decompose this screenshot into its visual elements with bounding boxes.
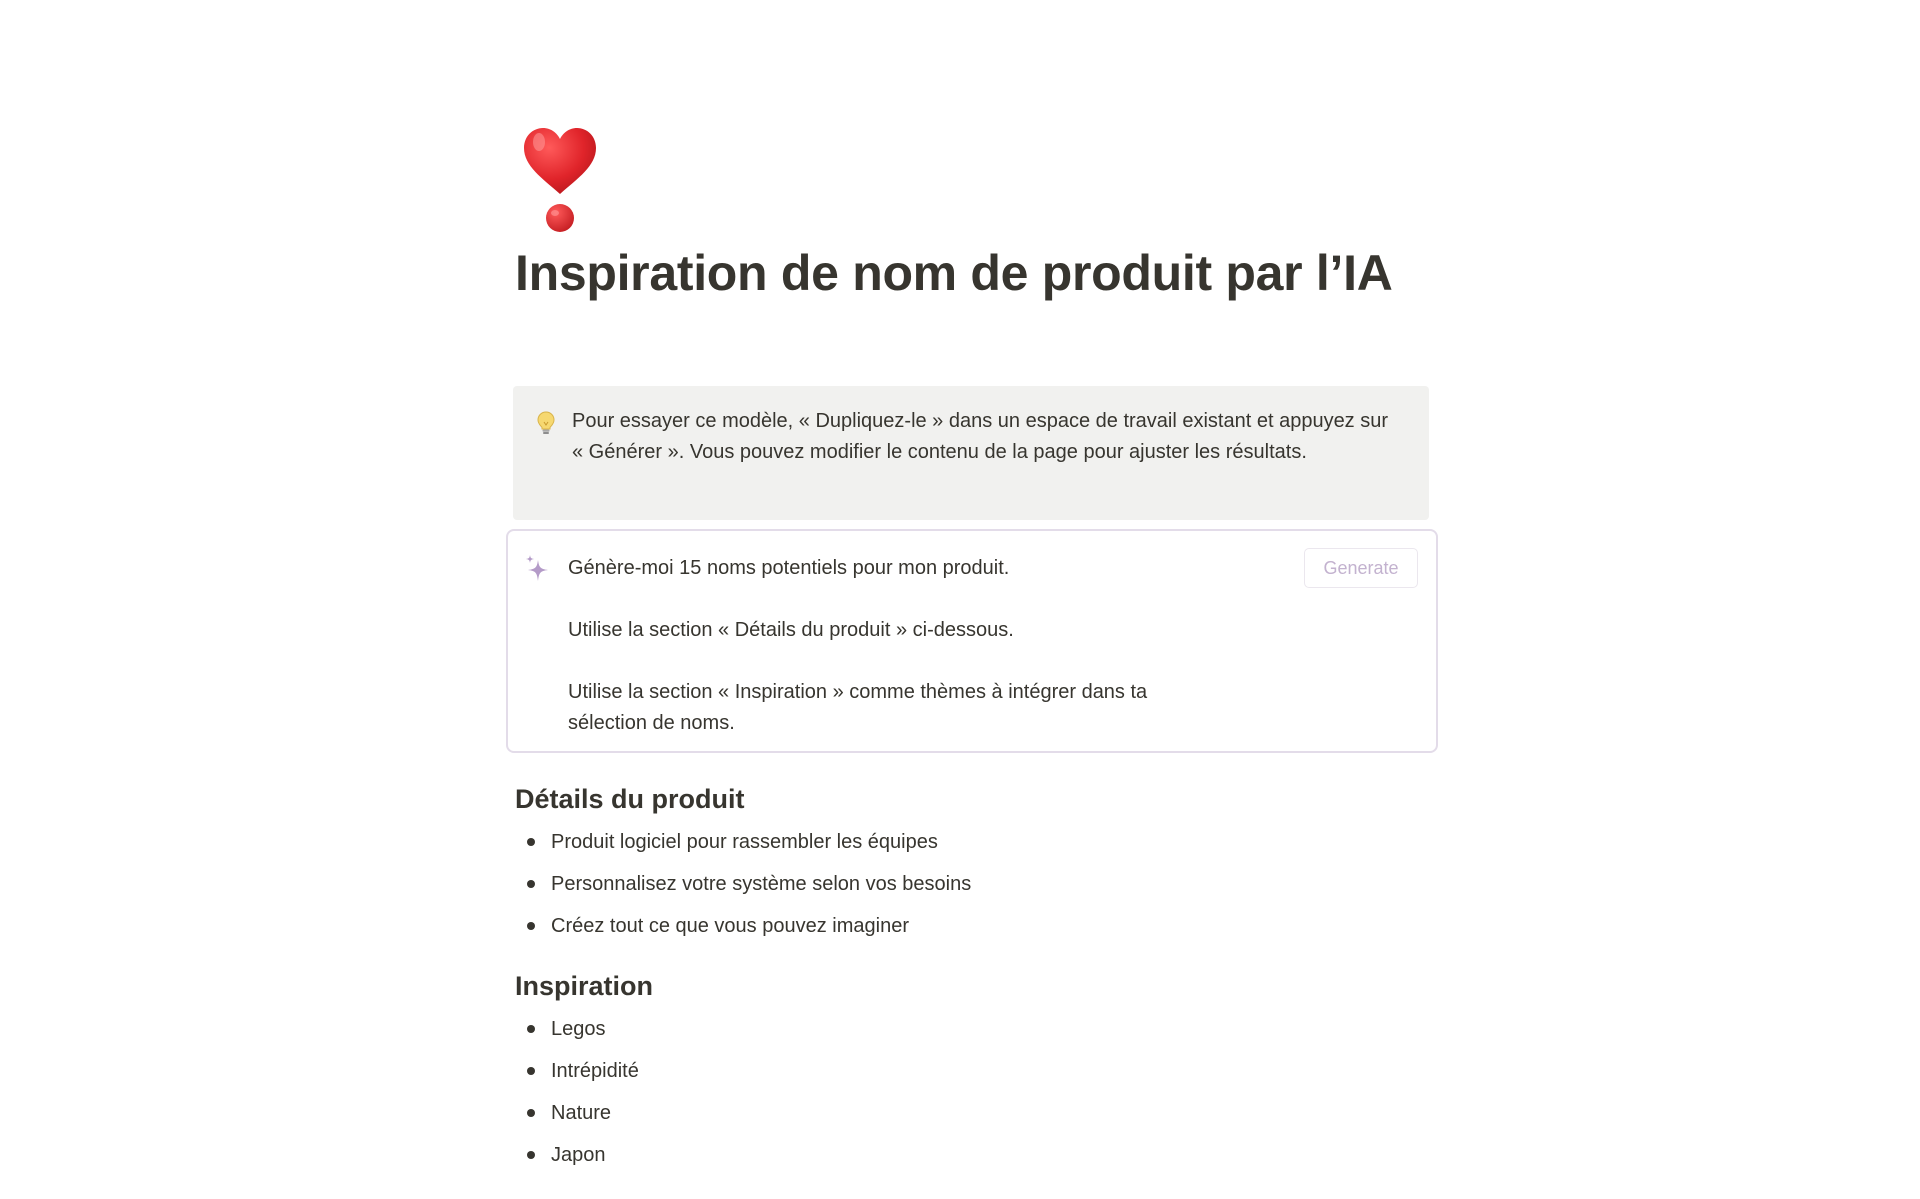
page-title[interactable]: Inspiration de nom de produit par l’IA — [515, 242, 1431, 304]
callout-text[interactable]: Pour essayer ce modèle, « Dupliquez-le »… — [572, 406, 1392, 468]
bullet-icon — [527, 838, 535, 846]
list-item-text: Créez tout ce que vous pouvez imaginer — [551, 915, 909, 937]
bullet-icon — [527, 1109, 535, 1117]
bullet-icon — [527, 1067, 535, 1075]
bullet-icon — [527, 880, 535, 888]
sparkle-icon — [524, 554, 554, 584]
ai-block[interactable]: Génère-moi 15 noms potentiels pour mon p… — [506, 529, 1438, 753]
generate-button[interactable]: Generate — [1304, 548, 1418, 588]
heart-exclamation-icon[interactable] — [515, 118, 635, 238]
list-item[interactable]: Nature — [515, 1092, 1415, 1134]
list-item[interactable]: Japon — [515, 1134, 1415, 1176]
ai-prompt-line: Utilise la section « Détails du produit … — [568, 619, 1014, 641]
lightbulb-icon[interactable] — [533, 410, 559, 436]
product-details-list: Produit logiciel pour rassembler les équ… — [515, 821, 1415, 947]
list-item[interactable]: Legos — [515, 1008, 1415, 1050]
list-item-text: Produit logiciel pour rassembler les équ… — [551, 831, 938, 853]
list-item-text: Japon — [551, 1144, 606, 1166]
list-item[interactable]: Produit logiciel pour rassembler les équ… — [515, 821, 1415, 863]
list-item[interactable]: Personnalisez votre système selon vos be… — [515, 863, 1415, 905]
ai-prompt-line: Utilise la section « Inspiration » comme… — [568, 681, 1148, 734]
bullet-icon — [527, 1025, 535, 1033]
list-item-text: Personnalisez votre système selon vos be… — [551, 873, 972, 895]
list-item-text: Nature — [551, 1102, 612, 1124]
list-item[interactable]: Intrépidité — [515, 1050, 1415, 1092]
list-item-text: Intrépidité — [551, 1060, 639, 1082]
bullet-icon — [527, 922, 535, 930]
section-heading-inspiration[interactable]: Inspiration — [515, 968, 653, 1004]
section-heading-product-details[interactable]: Détails du produit — [515, 781, 745, 817]
list-item-text: Legos — [551, 1018, 606, 1040]
ai-prompt-line: Génère-moi 15 noms potentiels pour mon p… — [568, 557, 1010, 579]
bullet-icon — [527, 1151, 535, 1159]
inspiration-list: Legos Intrépidité Nature Japon — [515, 1008, 1415, 1176]
ai-prompt[interactable]: Génère-moi 15 noms potentiels pour mon p… — [568, 553, 1268, 739]
list-item[interactable]: Créez tout ce que vous pouvez imaginer — [515, 905, 1415, 947]
callout-block[interactable]: Pour essayer ce modèle, « Dupliquez-le »… — [513, 386, 1429, 520]
